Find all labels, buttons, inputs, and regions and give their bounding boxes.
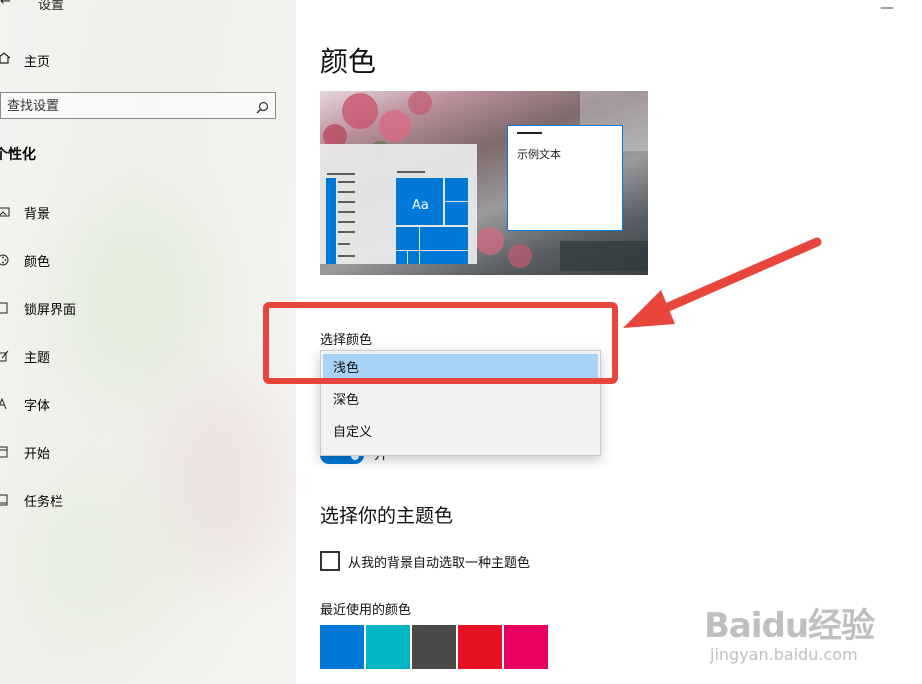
watermark-logo: Baidu经验 [704,606,875,646]
sidebar-item-colors[interactable]: 颜色 [0,248,296,272]
back-button[interactable]: ← [0,0,11,9]
close-button[interactable]: — [880,0,894,16]
preview-title-bar [517,132,542,134]
dropdown-option-dark[interactable]: 深色 [323,386,598,416]
sidebar-item-label: 颜色 [24,254,51,270]
sidebar: ← 设置 主页 个性化 背景 颜色 锁屏界面 主题 字体 开始 任务栏 [0,0,296,684]
sidebar-item-fonts[interactable]: 字体 [0,392,296,416]
color-swatch[interactable] [504,625,548,669]
sidebar-item-start[interactable]: 开始 [0,440,296,464]
preview-start-menu: Aa [320,144,477,264]
start-menu-tiles: Aa [326,171,468,264]
page-title: 颜色 [320,45,377,78]
palette-icon [0,254,24,266]
recent-colors-swatches [320,625,548,669]
brush-icon [0,350,24,362]
sidebar-item-taskbar[interactable]: 任务栏 [0,488,296,512]
sidebar-item-home-label: 主页 [24,54,51,70]
choose-color-label: 选择颜色 [320,333,373,348]
dropdown-option-light[interactable]: 浅色 [323,354,598,384]
recent-colors-label: 最近使用的颜色 [320,603,412,618]
sidebar-item-label: 主题 [24,350,51,366]
annotation-arrow-icon [623,237,822,328]
main-content: 颜色 Aa 示例文本 选择颜色 浅色 深色 自定义 选择你的主题色 从我的背景自… [296,0,922,684]
sidebar-item-label: 开始 [24,446,51,462]
preview-sample-text: 示例文本 [517,148,561,161]
start-icon [0,446,24,458]
sidebar-item-home[interactable]: 主页 [0,50,50,70]
color-swatch[interactable] [458,625,502,669]
tile-label: Aa [412,198,429,213]
color-mode-dropdown[interactable]: 浅色 深色 自定义 [320,350,601,456]
preview-window: 示例文本 [507,125,623,231]
font-icon [0,398,24,410]
color-swatch[interactable] [320,625,364,669]
taskbar-icon [0,494,24,506]
sidebar-item-background[interactable]: 背景 [0,200,296,224]
color-swatch[interactable] [412,625,456,669]
dropdown-option-custom[interactable]: 自定义 [323,418,598,448]
auto-accent-checkbox[interactable] [320,551,340,571]
color-swatch[interactable] [366,625,410,669]
sidebar-item-label: 背景 [24,206,51,222]
sidebar-item-lock-screen[interactable]: 锁屏界面 [0,296,296,320]
home-icon [0,52,20,68]
accent-color-heading: 选择你的主题色 [320,505,454,527]
watermark-url: jingyan.baidu.com [710,645,858,664]
search-input[interactable] [5,96,249,117]
sidebar-item-label: 任务栏 [24,494,64,510]
search-icon[interactable] [256,99,269,118]
window-title: 设置 [38,0,65,13]
picture-icon [0,207,24,217]
sidebar-item-label: 锁屏界面 [24,302,77,318]
sidebar-item-label: 字体 [24,398,51,414]
theme-preview: Aa 示例文本 [320,91,648,275]
search-box[interactable] [0,92,276,119]
sidebar-section-title: 个性化 [0,147,36,163]
sidebar-item-themes[interactable]: 主题 [0,344,296,368]
auto-accent-label[interactable]: 从我的背景自动选取一种主题色 [348,552,530,571]
lock-screen-icon [0,302,24,314]
